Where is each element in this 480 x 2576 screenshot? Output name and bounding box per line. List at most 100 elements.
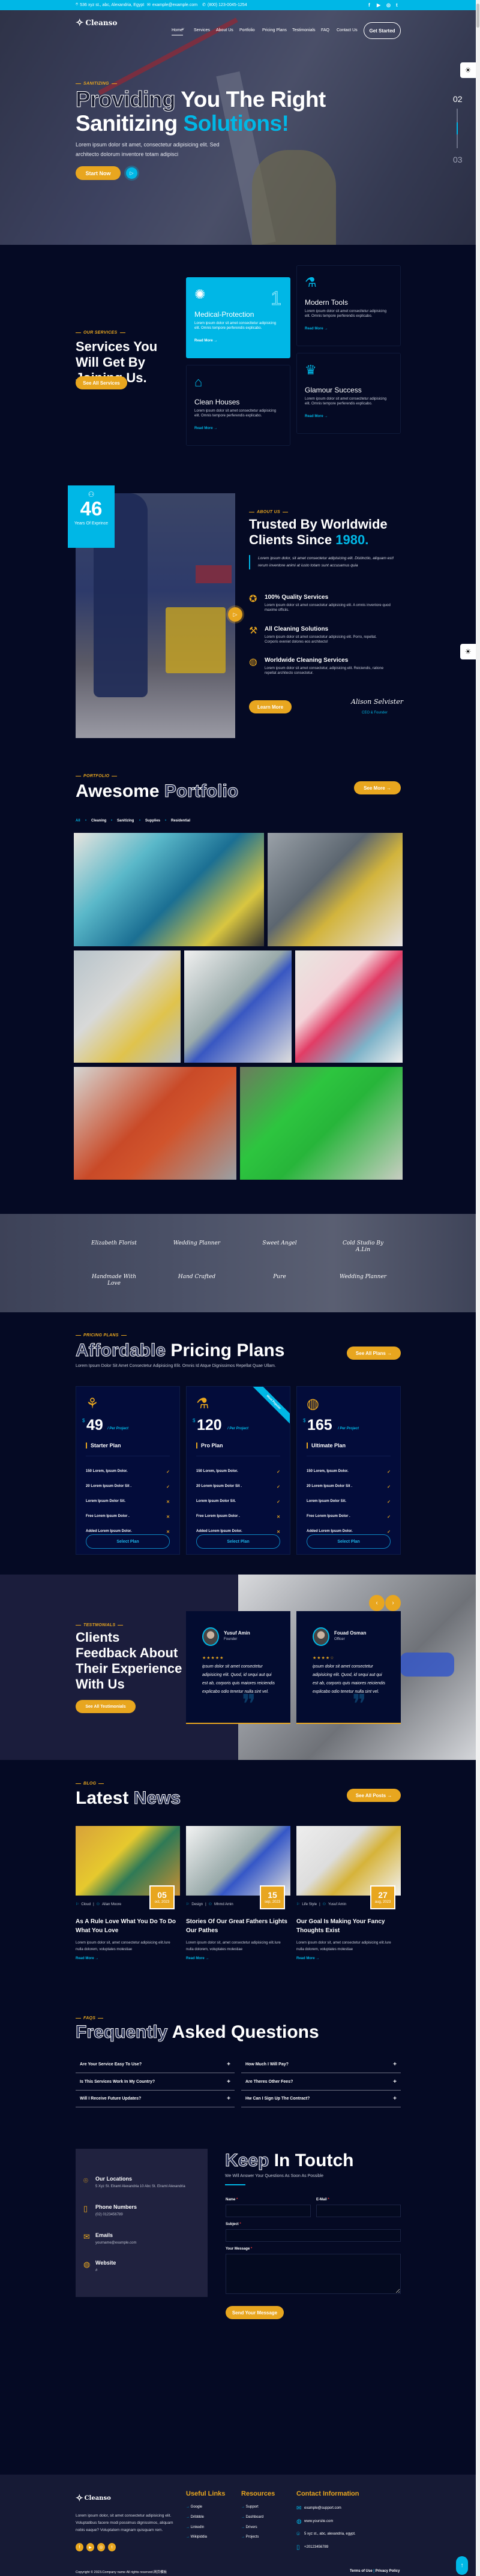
- footer-logo[interactable]: ✧ Cleanso: [76, 2493, 111, 2503]
- see-all-services-button[interactable]: See All Services: [76, 376, 127, 389]
- youtube-icon[interactable]: ▶: [86, 2543, 94, 2551]
- terms-link[interactable]: Terms of Use: [350, 2569, 373, 2573]
- post-title[interactable]: As A Rule Love What You Do To Do What Yo…: [76, 1917, 178, 1935]
- faq-item[interactable]: Are Theres Other Fees? +: [241, 2074, 401, 2091]
- nav-item-about-us[interactable]: About Us: [216, 28, 233, 32]
- resource-link[interactable]: Dashboard: [241, 2515, 263, 2519]
- theme-toggle-sun-icon[interactable]: ☀: [460, 62, 476, 78]
- nav-item-testimonials[interactable]: Testimonials: [292, 28, 316, 32]
- select-plan-button[interactable]: Select Plan: [196, 1534, 280, 1549]
- slide-current[interactable]: 02: [453, 94, 463, 104]
- see-all-posts-button[interactable]: See All Posts →: [347, 1789, 401, 1802]
- name-input[interactable]: [226, 2205, 311, 2217]
- faq-item[interactable]: Hw Can I Sign Up The Contract? +: [241, 2091, 401, 2107]
- nav-item-contact-us[interactable]: Contact Us: [337, 28, 358, 32]
- see-all-plans-button[interactable]: See All Plans →: [347, 1347, 401, 1360]
- next-arrow-icon[interactable]: ›: [385, 1595, 401, 1611]
- youtube-icon[interactable]: ▶: [377, 2, 380, 8]
- phone-text[interactable]: (800) 123-0045-1254: [208, 3, 247, 7]
- send-message-button[interactable]: Send Your Message: [226, 2306, 284, 2319]
- phone-item[interactable]: ✆ (800) 123-0045-1254: [202, 2, 247, 8]
- read-more-link[interactable]: Read More →: [194, 427, 282, 430]
- read-more-link[interactable]: Read More →: [76, 1957, 98, 1960]
- faq-item[interactable]: Are Your Service Easy To Use? +: [76, 2056, 235, 2073]
- slide-next[interactable]: 03: [453, 155, 463, 164]
- instagram-icon[interactable]: ◎: [97, 2543, 105, 2551]
- email-input[interactable]: [316, 2205, 401, 2217]
- service-card[interactable]: ⚗ Modern Tools Lorem ipsum dolor sit amet …: [296, 265, 401, 346]
- read-more-link[interactable]: Read More →: [296, 1957, 319, 1960]
- footer-contact-value[interactable]: +20123456789: [304, 2545, 328, 2549]
- portfolio-image[interactable]: [240, 1067, 403, 1180]
- service-card[interactable]: ♛ Glamour Success Lorem ipsum dolor sit am…: [296, 353, 401, 434]
- facebook-icon[interactable]: f: [76, 2543, 83, 2551]
- post-author[interactable]: Mhmd Amin: [214, 1903, 233, 1906]
- nav-item-home[interactable]: Home: [172, 28, 183, 35]
- read-more-link[interactable]: Read More →: [305, 327, 392, 331]
- footer-contact-value[interactable]: 5 xyz st., abc, alexandria, egypt.: [304, 2532, 356, 2536]
- portfolio-image[interactable]: [184, 950, 292, 1063]
- logo[interactable]: ✧ Cleanso: [76, 17, 117, 28]
- service-card[interactable]: ⌂ Clean Houses Lorem ipsum dolor sit amet …: [186, 365, 290, 446]
- nav-item-pricing-plans[interactable]: Pricing Plans: [262, 28, 287, 32]
- filter-sanitizing[interactable]: Sanitizing: [117, 819, 134, 823]
- privacy-link[interactable]: Privacy Policy: [376, 2569, 400, 2573]
- useful-link[interactable]: Google: [186, 2505, 202, 2509]
- faq-item[interactable]: Is This Services Work In My Country? +: [76, 2074, 235, 2091]
- scrollbar[interactable]: [476, 0, 480, 2576]
- faq-item[interactable]: Will I Receive Future Updates? +: [76, 2091, 235, 2107]
- get-started-button[interactable]: Get Started: [364, 22, 401, 39]
- read-more-link[interactable]: Read More →: [305, 415, 392, 418]
- post-author[interactable]: Allan Moore: [102, 1903, 121, 1906]
- post-title[interactable]: Our Goal Is Making Your Fancy Thoughts E…: [296, 1917, 398, 1935]
- portfolio-image[interactable]: [74, 833, 264, 946]
- start-now-button[interactable]: Start Now: [76, 166, 121, 180]
- resource-link[interactable]: Projects: [241, 2535, 259, 2539]
- post-category[interactable]: Life Style: [302, 1903, 317, 1906]
- previous-arrow-icon[interactable]: ‹: [369, 1595, 385, 1611]
- twitter-icon[interactable]: t: [396, 2, 398, 8]
- nav-item-faq[interactable]: FAQ: [321, 28, 329, 32]
- see-more-button[interactable]: See More →: [354, 781, 401, 794]
- instagram-icon[interactable]: ◎: [386, 2, 391, 8]
- twitter-icon[interactable]: t: [108, 2543, 116, 2551]
- faq-item[interactable]: How Much I Will Pay? +: [241, 2056, 401, 2073]
- portfolio-image[interactable]: [268, 833, 403, 946]
- useful-link[interactable]: Wikipiddia: [186, 2535, 207, 2539]
- read-more-link[interactable]: Read More →: [194, 339, 282, 343]
- see-all-testimonials-button[interactable]: See All Testimonials: [76, 1700, 136, 1713]
- filter-supplies[interactable]: Supplies: [145, 819, 160, 823]
- read-more-link[interactable]: Read More →: [186, 1957, 209, 1960]
- facebook-icon[interactable]: f: [368, 2, 370, 8]
- learn-more-button[interactable]: Learn More: [249, 700, 292, 713]
- select-plan-button[interactable]: Select Plan: [307, 1534, 391, 1549]
- back-to-top-arrow-icon[interactable]: ↑: [456, 2556, 468, 2575]
- portfolio-image[interactable]: [74, 1067, 236, 1180]
- post-category[interactable]: Cloud: [81, 1903, 91, 1906]
- portfolio-image[interactable]: [74, 950, 181, 1063]
- theme-toggle-sun-icon[interactable]: ☀: [460, 644, 476, 659]
- useful-link[interactable]: LinkedIn: [186, 2526, 205, 2529]
- post-title[interactable]: Stories Of Our Great Fathers Lights Our …: [186, 1917, 288, 1935]
- portfolio-image[interactable]: [295, 950, 403, 1063]
- nav-item-portfolio[interactable]: Portfolio: [239, 28, 255, 32]
- play-video-icon[interactable]: ▷: [228, 607, 242, 622]
- service-card[interactable]: ✺ 1 Medical-Protection Lorem ipsum dolor si…: [186, 277, 290, 358]
- nav-item-services[interactable]: Services: [194, 28, 210, 32]
- resource-link[interactable]: Drivers: [241, 2526, 257, 2529]
- scrollbar-thumb[interactable]: [476, 4, 479, 28]
- footer-contact-value[interactable]: www.yoursite.com: [304, 2520, 333, 2523]
- play-video-icon[interactable]: ▷: [126, 167, 137, 179]
- subject-input[interactable]: [226, 2229, 401, 2242]
- post-category[interactable]: Design: [191, 1903, 203, 1906]
- footer-contact-value[interactable]: example@support.com: [304, 2506, 341, 2510]
- post-author[interactable]: Yusuf Amin: [328, 1903, 346, 1906]
- message-textarea[interactable]: [226, 2254, 401, 2294]
- filter-residential[interactable]: Residential: [171, 819, 190, 823]
- select-plan-button[interactable]: Select Plan: [86, 1534, 170, 1549]
- useful-link[interactable]: Dribbble: [186, 2515, 204, 2519]
- email-text[interactable]: example@example.com: [152, 3, 197, 7]
- filter-cleaning[interactable]: Cleaning: [91, 819, 106, 823]
- resource-link[interactable]: Support: [241, 2505, 259, 2509]
- email-item[interactable]: ✉ example@example.com: [147, 2, 197, 8]
